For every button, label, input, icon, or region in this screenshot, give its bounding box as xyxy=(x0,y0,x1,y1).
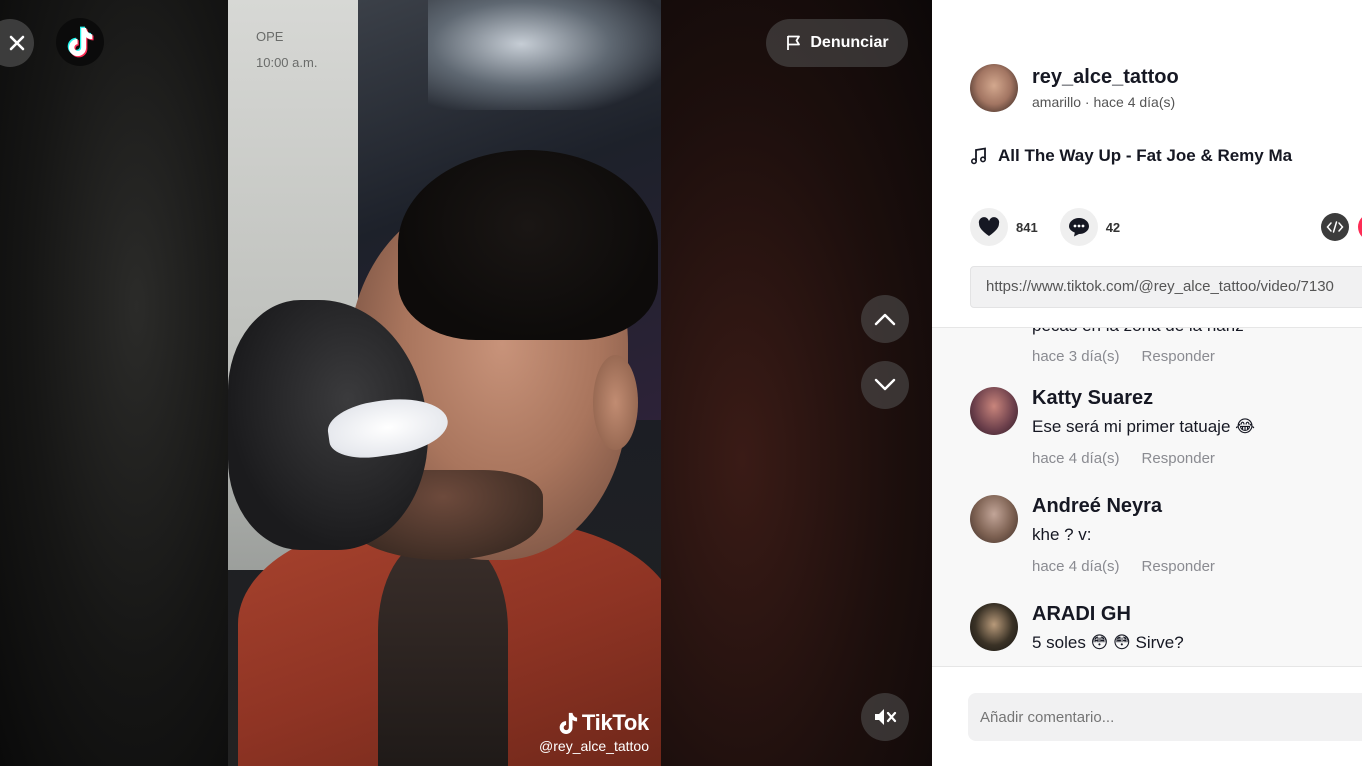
commenter-avatar[interactable] xyxy=(970,495,1018,543)
details-panel: rey_alce_tattoo amarillo · hace 4 día(s)… xyxy=(932,0,1362,766)
comment-body: ARADI GH 5 soles 😳 😳 Sirve? xyxy=(1032,603,1184,653)
flag-icon xyxy=(787,35,801,50)
comment-button[interactable] xyxy=(1059,208,1098,246)
tiktok-note-icon xyxy=(559,712,578,734)
comment-text: 5 soles 😳 😳 Sirve? xyxy=(1032,633,1184,652)
comment-time: hace 3 día(s) xyxy=(1032,348,1120,365)
embed-button[interactable] xyxy=(1321,213,1349,241)
commenter-name[interactable]: Andreé Neyra xyxy=(1032,495,1215,518)
video-watermark: TikTok @rey_alce_tattoo xyxy=(539,710,649,754)
code-embed-icon xyxy=(1326,221,1344,233)
music-title: All The Way Up - Fat Joe & Remy Ma xyxy=(998,146,1293,165)
chevron-down-icon xyxy=(874,378,896,391)
commenter-name[interactable]: ARADI GH xyxy=(1032,603,1184,626)
video-area: OPE 10:00 a.m. TikTok @rey_alce_tattoo D… xyxy=(0,0,932,766)
reply-button[interactable]: Responder xyxy=(1142,450,1215,467)
watermark-username: @rey_alce_tattoo xyxy=(539,738,649,754)
watermark-logo: TikTok xyxy=(539,710,649,736)
comment-meta: hace 4 día(s) Responder xyxy=(1032,558,1215,575)
tiktok-logo-icon xyxy=(67,26,94,58)
close-icon xyxy=(9,35,25,51)
comment-time: hace 4 día(s) xyxy=(1032,558,1120,575)
chevron-up-icon xyxy=(874,313,896,326)
music-link[interactable]: All The Way Up - Fat Joe & Remy Ma xyxy=(970,146,1292,166)
video-link-field[interactable]: https://www.tiktok.com/@rey_alce_tattoo/… xyxy=(970,266,1362,308)
add-comment-input[interactable] xyxy=(968,693,1362,741)
like-count: 841 xyxy=(1016,219,1038,235)
watermark-brand: TikTok xyxy=(581,710,649,735)
comment-text-cut: pecas en la zona de la nariz xyxy=(1032,328,1244,336)
next-video-button[interactable] xyxy=(861,361,909,409)
comment-meta: hace 3 día(s) Responder xyxy=(1032,348,1215,365)
reply-button[interactable]: Responder xyxy=(1142,558,1215,575)
reply-button[interactable]: Responder xyxy=(1142,348,1215,365)
video-person-ear xyxy=(593,355,638,450)
comment-count: 42 xyxy=(1105,219,1121,235)
commenter-avatar[interactable] xyxy=(970,603,1018,651)
tiktok-logo-button[interactable] xyxy=(56,18,104,66)
action-bar: 841 42 xyxy=(970,208,1142,246)
volume-muted-icon xyxy=(875,709,897,725)
like-button[interactable] xyxy=(970,208,1008,246)
comment-input-bar xyxy=(932,666,1362,766)
comment-bubble-icon xyxy=(1068,218,1089,237)
previous-video-button[interactable] xyxy=(861,295,909,343)
comment-body: Andreé Neyra khe ? v: hace 4 día(s) Resp… xyxy=(1032,495,1215,575)
comment-meta: hace 4 día(s) Responder xyxy=(1032,450,1255,467)
author-text: rey_alce_tattoo amarillo · hace 4 día(s) xyxy=(1032,66,1179,110)
video-wall-text: OPE 10:00 a.m. xyxy=(256,24,317,76)
comment-item: Andreé Neyra khe ? v: hace 4 día(s) Resp… xyxy=(970,495,1215,575)
commenter-name[interactable]: Katty Suarez xyxy=(1032,387,1255,410)
author-avatar[interactable] xyxy=(970,64,1018,112)
commenter-avatar[interactable] xyxy=(970,387,1018,435)
heart-icon xyxy=(978,217,1000,236)
wall-text-line-1: OPE xyxy=(256,29,284,44)
video-player[interactable]: OPE 10:00 a.m. TikTok @rey_alce_tattoo xyxy=(228,0,661,766)
comment-time: hace 4 día(s) xyxy=(1032,450,1120,467)
author-info: rey_alce_tattoo amarillo · hace 4 día(s) xyxy=(970,64,1179,112)
video-person-collar xyxy=(378,540,508,766)
comment-item: Katty Suarez Ese será mi primer tatuaje … xyxy=(970,387,1255,467)
comment-item: ARADI GH 5 soles 😳 😳 Sirve? xyxy=(970,603,1184,653)
wall-text-line-2: 10:00 a.m. xyxy=(256,55,318,70)
report-button[interactable]: Denunciar xyxy=(766,19,908,67)
author-username[interactable]: rey_alce_tattoo xyxy=(1032,66,1179,89)
comment-text: Ese será mi primer tatuaje 😂 xyxy=(1032,417,1255,436)
comment-body: Katty Suarez Ese será mi primer tatuaje … xyxy=(1032,387,1255,467)
video-blur-left xyxy=(0,0,228,766)
video-person-hair xyxy=(398,150,658,340)
mute-button[interactable] xyxy=(861,693,909,741)
video-scene-light xyxy=(428,0,661,110)
comments-list[interactable]: pecas en la zona de la nariz hace 3 día(… xyxy=(932,328,1362,666)
comment-text: khe ? v: xyxy=(1032,525,1092,544)
author-meta: amarillo · hace 4 día(s) xyxy=(1032,94,1176,110)
report-label: Denunciar xyxy=(810,34,889,51)
music-note-icon xyxy=(970,147,987,165)
share-button[interactable] xyxy=(1358,213,1362,241)
